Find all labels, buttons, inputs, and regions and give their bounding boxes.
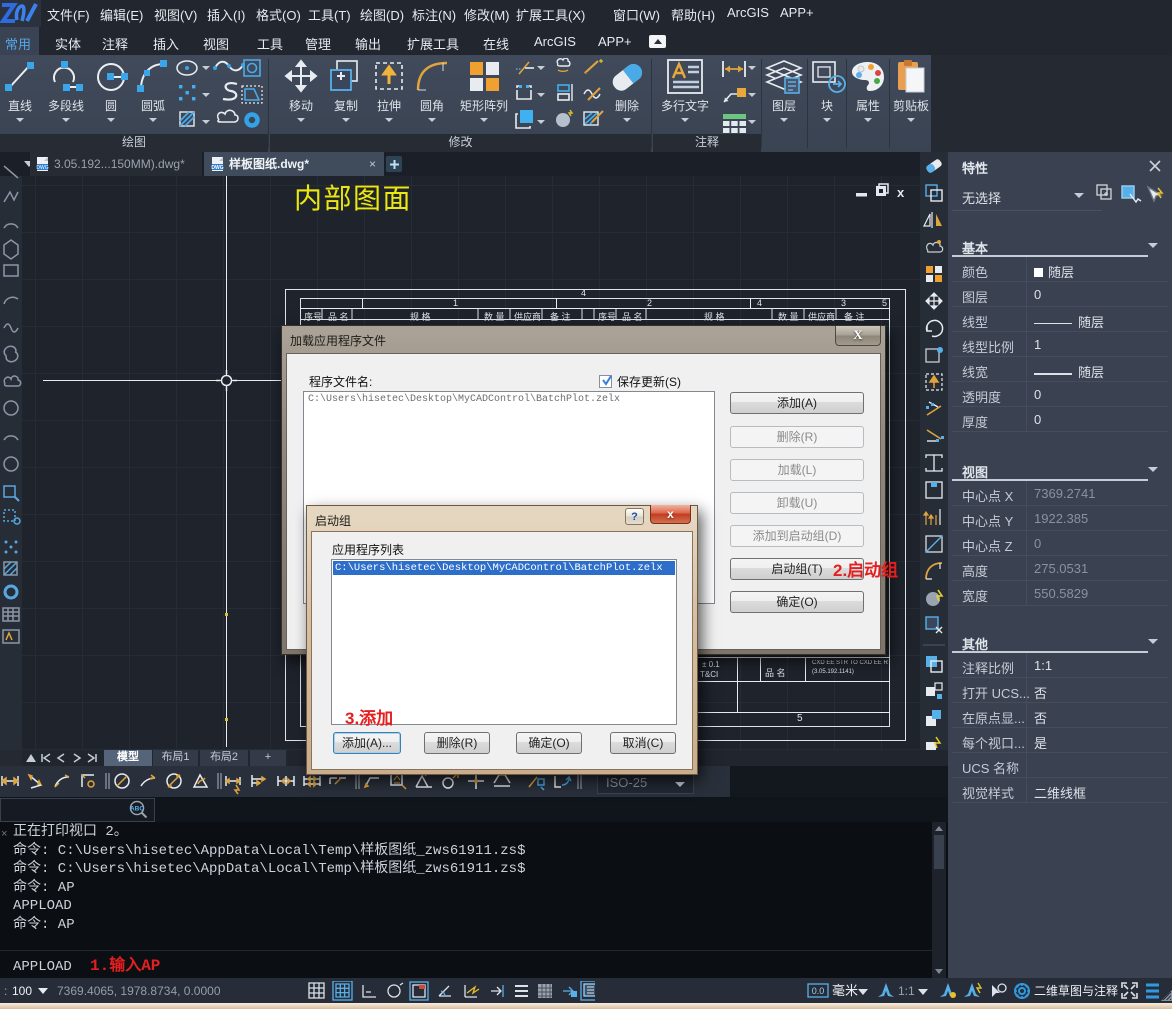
svg-text:DWG: DWG [36,165,48,171]
svg-text:ABC: ABC [130,806,144,813]
svg-text:毫米: 毫米 [832,983,858,998]
svg-text:1:1: 1:1 [898,984,915,998]
svg-text:DWG: DWG [211,165,223,171]
svg-text:0.0: 0.0 [812,986,825,996]
svg-text:x: x [897,185,905,200]
svg-text:二维草图与注释: 二维草图与注释 [1034,983,1118,998]
